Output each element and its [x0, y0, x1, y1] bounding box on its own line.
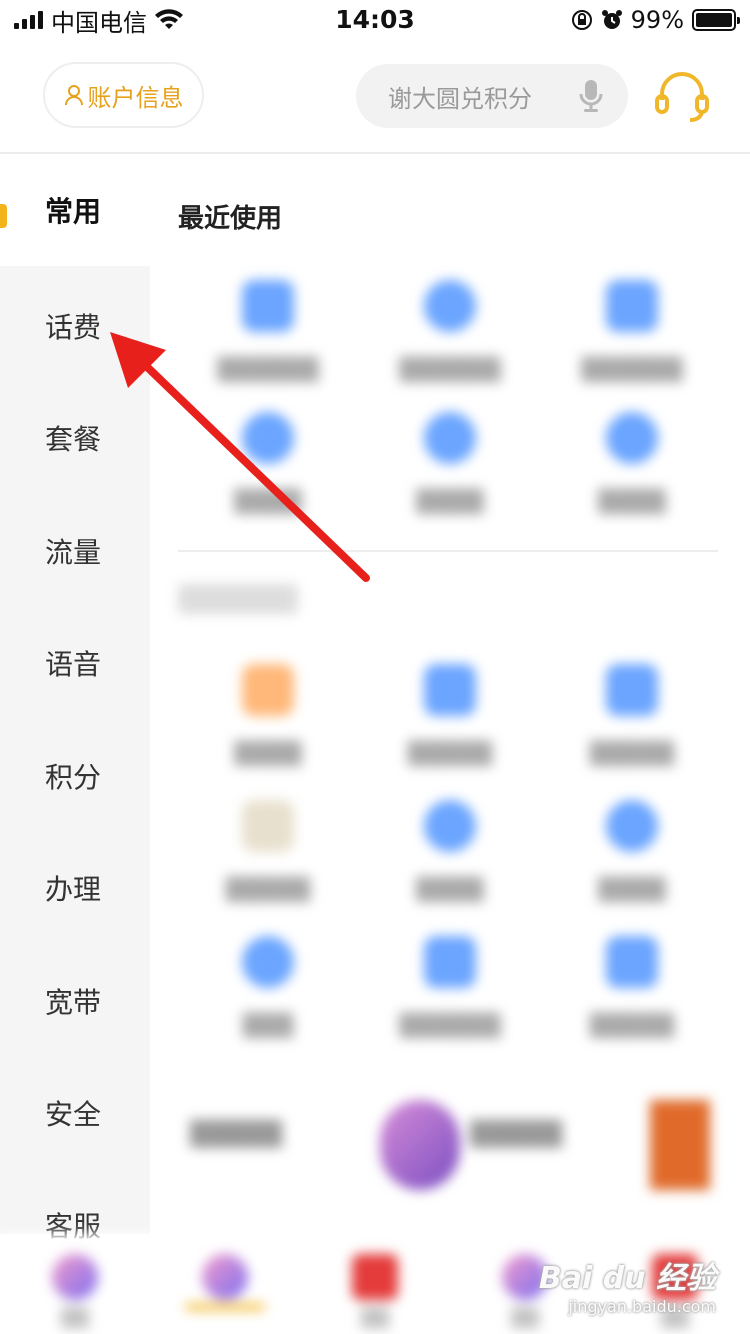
- sidebar-item-common[interactable]: 常用: [0, 154, 150, 266]
- grid-item[interactable]: ▒▒▒▒▒: [532, 664, 732, 767]
- sidebar-item-label: 常用: [45, 195, 102, 228]
- sidebar-item-label: 语音: [45, 648, 102, 681]
- query-icon: [242, 412, 294, 464]
- status-left: 中国电信: [14, 3, 183, 38]
- sidebar-item-handle[interactable]: 办理: [0, 832, 150, 944]
- recent-grid-blurred: ▒▒▒▒▒▒ ▒▒▒▒▒▒ ▒▒▒▒▒▒ ▒▒▒▒ ▒▒▒▒ ▒▒▒▒: [150, 280, 750, 530]
- grid-item[interactable]: ▒▒▒▒▒: [532, 936, 732, 1039]
- sidebar-item-label: 办理: [45, 873, 102, 906]
- grid-item[interactable]: ▒▒▒▒▒▒: [350, 280, 550, 383]
- header: 账户信息 谢大圆兑积分: [0, 62, 750, 132]
- card-icon: [606, 280, 658, 332]
- sidebar-item-points[interactable]: 积分: [0, 720, 150, 832]
- tab-item[interactable]: ▒▒: [0, 1254, 150, 1329]
- grid-item[interactable]: ▒▒▒▒: [350, 800, 550, 903]
- data-icon: [424, 412, 476, 464]
- grid-item[interactable]: ▒▒▒▒▒: [168, 800, 368, 903]
- grid-item[interactable]: ▒▒▒▒: [532, 412, 732, 515]
- grid-item[interactable]: ▒▒▒: [168, 936, 368, 1039]
- sidebar-item-label: 安全: [45, 1098, 102, 1131]
- active-marker: [0, 204, 7, 228]
- watermark-url: jingyan.baidu.com: [568, 1297, 716, 1316]
- sidebar-item-label: 积分: [45, 761, 102, 794]
- sidebar-item-phone-bill[interactable]: 话费: [0, 270, 150, 382]
- sidebar-item-label: 话费: [45, 311, 102, 344]
- sidebar-item-label: 流量: [45, 536, 102, 569]
- section-title-blurred: [150, 584, 750, 634]
- baidu-watermark: Bai du 经验 jingyan.baidu.com: [539, 1253, 716, 1316]
- phone-icon: [424, 280, 476, 332]
- tab-item[interactable]: [150, 1254, 300, 1310]
- tab-item[interactable]: ▒▒: [300, 1254, 450, 1329]
- category-sidebar: 常用 话费 套餐 流量 语音 积分 办理 宽带 安全 客服: [0, 154, 150, 1243]
- alarm-icon: [601, 10, 622, 29]
- signal-icon: [14, 11, 43, 29]
- account-info-label: 账户信息: [87, 83, 184, 112]
- search-input[interactable]: 谢大圆兑积分: [356, 64, 628, 128]
- search-placeholder: 谢大圆兑积分: [388, 84, 532, 113]
- sidebar-item-voice[interactable]: 语音: [0, 607, 150, 719]
- grid-item[interactable]: ▒▒▒▒: [532, 800, 732, 903]
- watermark-brand: Bai du 经验: [538, 1261, 716, 1296]
- sidebar-item-data[interactable]: 流量: [0, 495, 150, 607]
- sidebar-item-security[interactable]: 安全: [0, 1057, 150, 1169]
- lock-rotation-icon: [571, 10, 592, 30]
- sidebar-item-package[interactable]: 套餐: [0, 382, 150, 494]
- grid-item[interactable]: ▒▒▒▒: [168, 664, 368, 767]
- grid-item[interactable]: ▒▒▒▒▒▒: [168, 280, 368, 383]
- main-content: 最近使用 ▒▒▒▒▒▒ ▒▒▒▒▒▒ ▒▒▒▒▒▒ ▒▒▒▒ ▒▒▒▒ ▒▒▒▒…: [150, 154, 750, 1234]
- sidebar-item-label: 套餐: [45, 423, 102, 456]
- sidebar-item-label: 宽带: [45, 986, 102, 1019]
- carrier-name: 中国电信: [51, 8, 147, 37]
- battery-icon: [692, 9, 740, 31]
- grid-item[interactable]: ▒▒▒▒▒: [350, 664, 550, 767]
- status-bar: 中国电信 14:03 99%: [0, 0, 750, 40]
- feature-grid-blurred: ▒▒▒▒ ▒▒▒▒▒ ▒▒▒▒▒ ▒▒▒▒▒ ▒▒▒▒ ▒▒▒▒ ▒▒▒ ▒▒▒…: [150, 664, 750, 1084]
- bill-icon: [242, 280, 294, 332]
- grid-item[interactable]: ▒▒▒▒▒▒: [350, 936, 550, 1039]
- user-icon: [606, 412, 658, 464]
- sidebar-item-broadband[interactable]: 宽带: [0, 945, 150, 1057]
- account-info-button[interactable]: 账户信息: [43, 62, 204, 128]
- grid-item[interactable]: ▒▒▒▒▒▒: [532, 280, 732, 383]
- wifi-icon: [155, 9, 183, 29]
- grid-item[interactable]: ▒▒▒▒: [350, 412, 550, 515]
- promo-banner-blurred[interactable]: ▒▒▒▒▒ ▒▒▒▒▒: [170, 1100, 730, 1220]
- section-divider: [178, 550, 718, 552]
- microphone-icon[interactable]: [578, 78, 604, 114]
- person-icon: [64, 85, 83, 106]
- status-right: 99%: [571, 6, 740, 34]
- headset-icon[interactable]: [652, 66, 712, 126]
- grid-item[interactable]: ▒▒▒▒: [168, 412, 368, 515]
- recent-used-title: 最近使用: [178, 204, 283, 234]
- battery-percent: 99%: [630, 6, 684, 34]
